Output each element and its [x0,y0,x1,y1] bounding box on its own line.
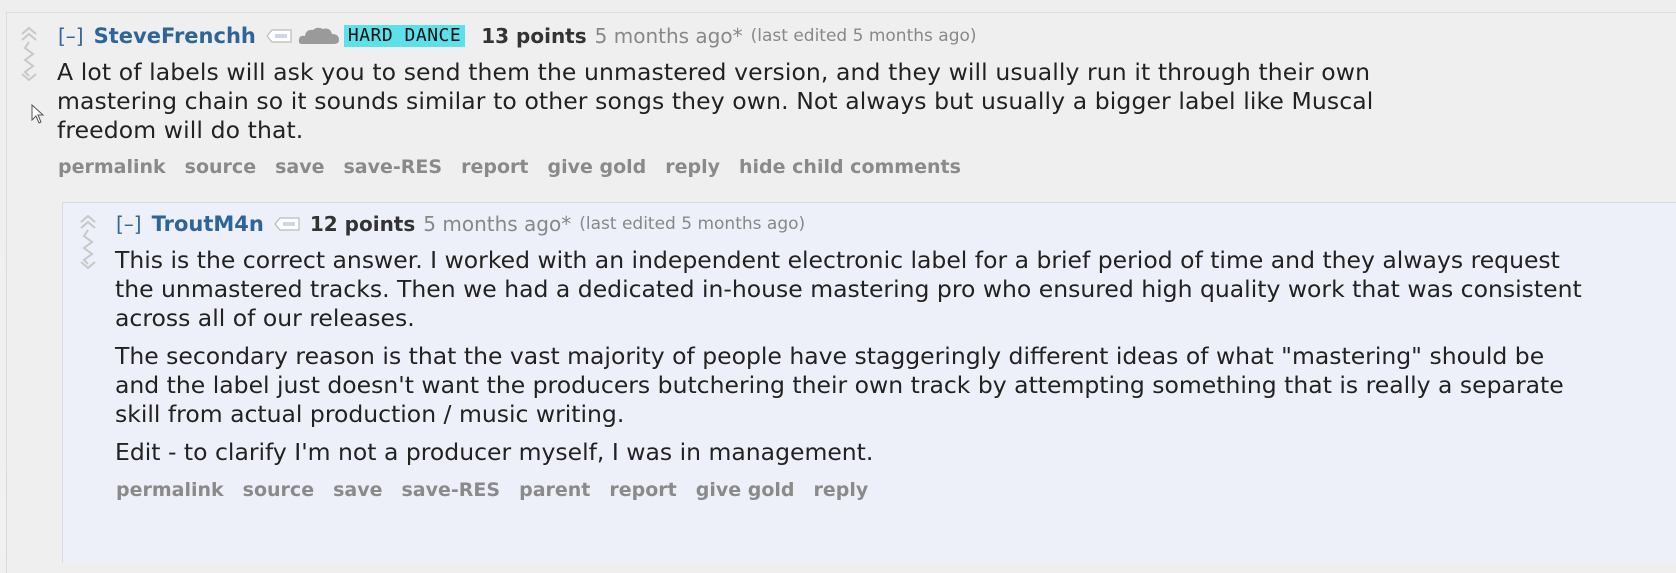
permalink-button[interactable]: permalink [58,156,166,178]
reply-paragraph: The secondary reason is that the vast ma… [115,342,1564,428]
comment-tagline: [–] SteveFrenchh HARD DANCE 13 points 5 … [58,24,977,48]
mouse-cursor-icon [31,104,45,124]
reply-points: 12 points [309,212,416,236]
source-button[interactable]: source [185,156,256,178]
collapse-toggle[interactable]: [–] [58,24,84,48]
comment-points: 13 points [481,24,587,48]
user-tag-icon[interactable] [266,29,292,43]
comment-body: A lot of labels will ask you to send the… [57,58,1447,154]
reply-buttons: permalink source save save-RES parent re… [116,479,887,501]
reply-author[interactable]: TroutM4n [152,212,264,236]
comment-time[interactable]: 5 months ago* [595,24,743,48]
reply-edited: (last edited 5 months ago) [579,214,806,234]
give-gold-button[interactable]: give gold [547,156,646,178]
comment-paragraph: A lot of labels will ask you to send the… [57,58,1374,144]
permalink-button[interactable]: permalink [116,479,224,501]
reply-button[interactable]: reply [814,479,869,501]
save-button[interactable]: save [333,479,382,501]
reply-body: This is the correct answer. I worked wit… [115,246,1585,476]
reply-time[interactable]: 5 months ago* [423,212,571,236]
save-button[interactable]: save [275,156,324,178]
cloud-icon [298,27,339,44]
give-gold-button[interactable]: give gold [696,479,795,501]
reply-tagline: [–] TroutM4n 12 points 5 months ago* (la… [116,212,805,236]
vote-arrows-icon[interactable] [77,214,99,276]
parent-button[interactable]: parent [519,479,590,501]
vote-arrows-icon[interactable] [18,26,40,88]
save-res-button[interactable]: save-RES [344,156,443,178]
report-button[interactable]: report [461,156,528,178]
reply-paragraph: Edit - to clarify I'm not a producer mys… [115,438,874,466]
reply-button[interactable]: reply [665,156,720,178]
save-res-button[interactable]: save-RES [402,479,501,501]
comment-buttons: permalink source save save-RES report gi… [58,156,980,178]
comment-author[interactable]: SteveFrenchh [94,24,256,48]
reply-paragraph: This is the correct answer. I worked wit… [115,246,1582,332]
user-tag-icon[interactable] [274,217,300,231]
collapse-toggle[interactable]: [–] [116,212,142,236]
hide-child-comments-button[interactable]: hide child comments [739,156,961,178]
comment-edited: (last edited 5 months ago) [750,26,977,46]
user-flair: HARD DANCE [343,25,466,47]
report-button[interactable]: report [609,479,676,501]
source-button[interactable]: source [243,479,314,501]
